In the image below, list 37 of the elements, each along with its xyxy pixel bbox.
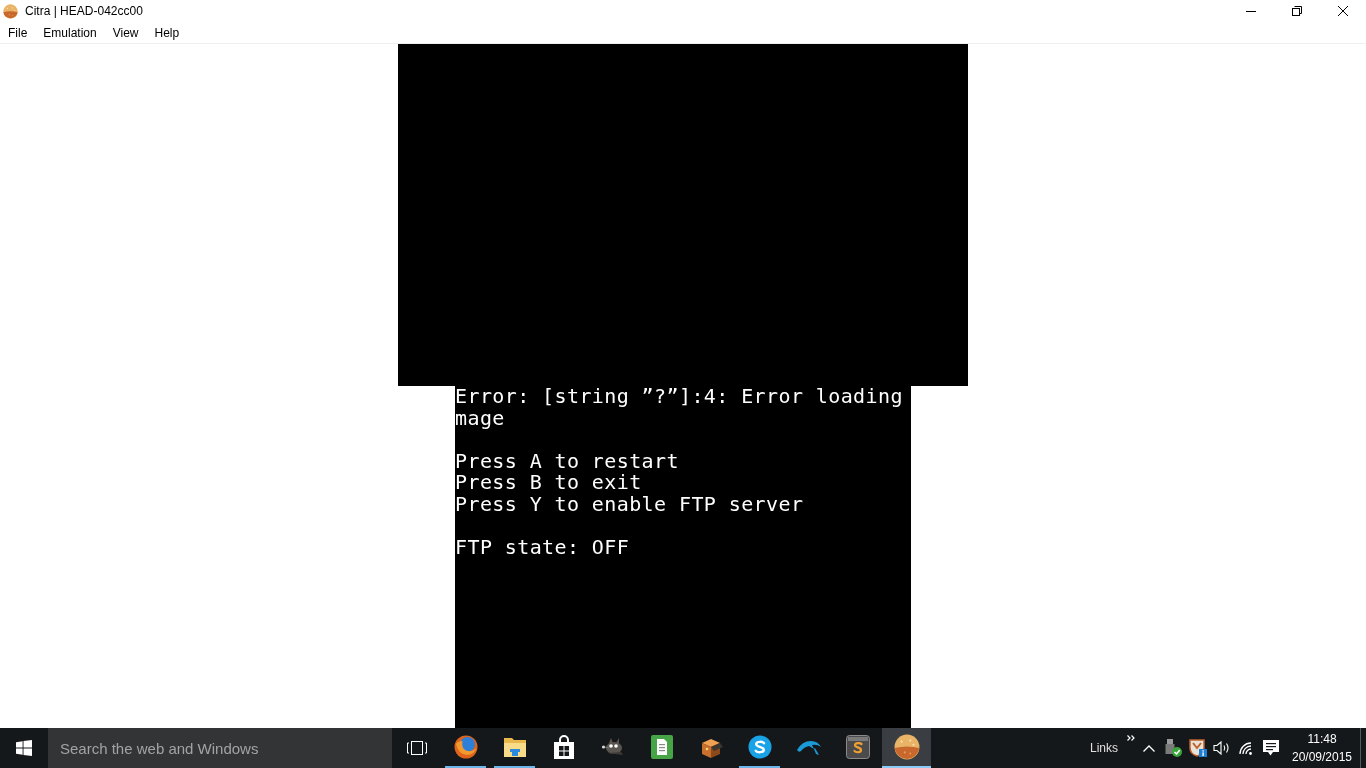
caret-up-icon[interactable] <box>1143 744 1155 752</box>
shield-info-icon[interactable] <box>1189 739 1207 757</box>
double-chevron-icon[interactable] <box>1127 735 1135 741</box>
folder-icon <box>502 736 527 758</box>
ball-icon <box>3 3 18 19</box>
dolphin-icon <box>795 738 822 756</box>
plug-check-icon[interactable] <box>1164 739 1182 757</box>
menu-item[interactable]: Help <box>146 22 188 43</box>
close-icon <box>1338 6 1348 16</box>
clock-button[interactable]: 11:48 20/09/2015 <box>1284 728 1360 768</box>
menu-item[interactable]: Emulation <box>35 22 105 43</box>
links-toolbar-label[interactable]: Links <box>1086 739 1122 757</box>
wifi-icon[interactable] <box>1238 741 1254 755</box>
menu-item[interactable]: File <box>0 22 36 43</box>
start-logo-icon <box>16 740 32 756</box>
window-title: Citra | HEAD-042cc00 <box>25 3 143 20</box>
menu-item[interactable]: View <box>104 22 147 43</box>
s-tile-icon <box>845 735 870 759</box>
restore-icon <box>1292 6 1302 16</box>
console-line: Press Y to enable FTP server <box>455 493 804 515</box>
console-line: Error: [string ”?”]:4: Error loading <box>455 386 903 408</box>
search-field[interactable]: Search the web and Windows <box>48 728 392 768</box>
minimize-icon <box>1246 10 1256 12</box>
console-line: FTP state: OFF <box>455 536 630 558</box>
ball-icon <box>893 734 920 760</box>
speaker-icon[interactable] <box>1213 740 1231 756</box>
console-line: mage <box>455 407 505 429</box>
task-view-icon <box>405 740 428 756</box>
fox-globe-icon <box>453 735 478 759</box>
taskbar-app-button[interactable] <box>882 728 931 768</box>
shopping-bag-icon <box>552 735 575 759</box>
console-line: Press A to restart <box>455 450 679 472</box>
s-logo-icon <box>747 735 772 759</box>
document-icon <box>650 735 673 759</box>
animal-mascot-icon <box>600 738 625 756</box>
console-line: Press B to exit <box>455 472 642 494</box>
notification-icon[interactable] <box>1263 740 1279 756</box>
